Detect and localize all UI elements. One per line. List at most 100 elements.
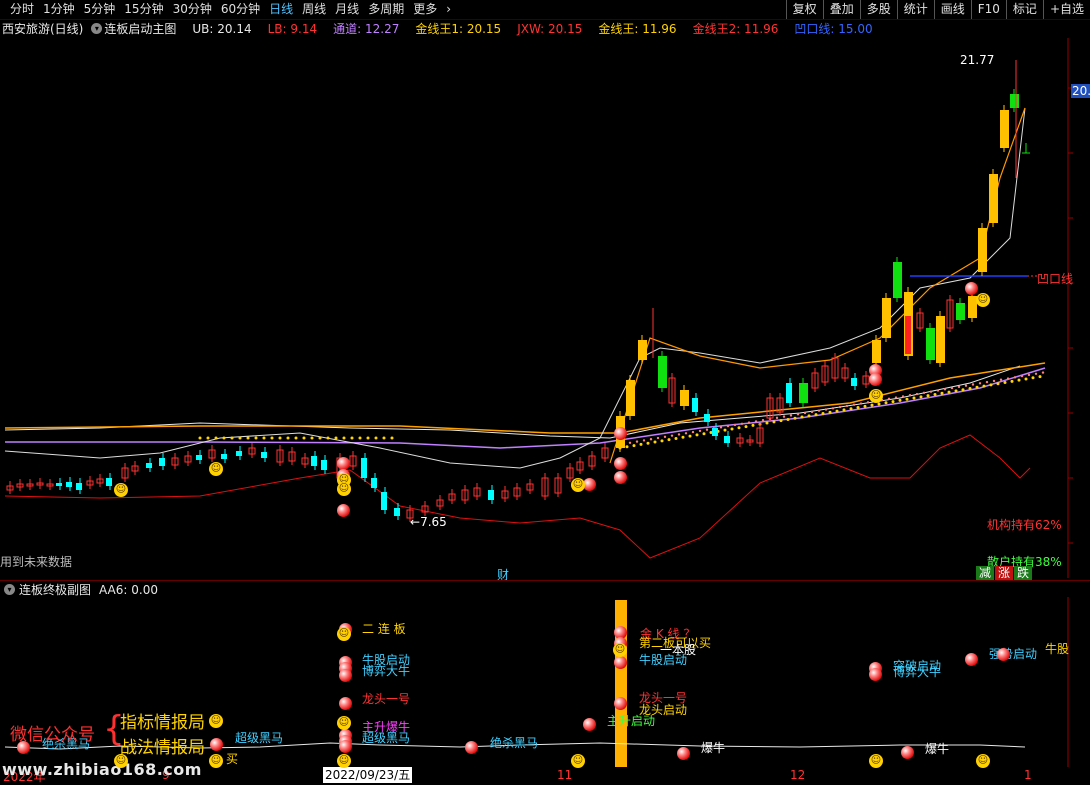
signal-dot (210, 738, 223, 751)
star-dot (901, 395, 905, 398)
star-dot (940, 391, 944, 395)
candle (488, 490, 494, 500)
tool-button[interactable]: +自选 (1042, 0, 1090, 19)
signal-dot (997, 648, 1010, 661)
star-dot (929, 390, 933, 393)
signal-badge: 涨 (995, 566, 1014, 580)
sub-indicator-name[interactable]: 连板终极副图 (19, 581, 91, 598)
signal-label: 龙头启动 (639, 703, 688, 717)
star-dot (961, 388, 965, 392)
star-dot (286, 436, 290, 440)
watermark-url: www.zhibiao168.com (2, 760, 202, 779)
star-dot (214, 436, 218, 440)
period-tab[interactable]: 周线 (298, 0, 331, 19)
star-dot (677, 433, 681, 436)
star-dot (374, 436, 378, 440)
smiley-icon: ☺ (869, 754, 883, 768)
chevron-right-icon[interactable]: › (442, 0, 456, 19)
candle (712, 428, 718, 436)
star-dot (688, 434, 692, 438)
star-dot (786, 417, 790, 421)
star-dot (845, 404, 849, 408)
tool-button[interactable]: 多股 (859, 0, 897, 19)
tool-button[interactable]: 复权 (785, 0, 823, 19)
star-dot (705, 428, 709, 431)
star-dot (765, 421, 769, 425)
star-dot (1010, 379, 1014, 383)
tool-button[interactable]: F10 (970, 0, 1006, 19)
star-dot (772, 420, 776, 424)
period-tab[interactable]: 多周期 (364, 0, 409, 19)
signal-badge: 跌 (1014, 566, 1033, 580)
tool-button[interactable]: 标记 (1005, 0, 1043, 19)
tool-button[interactable]: 叠加 (822, 0, 860, 19)
date-tick: 11 (557, 768, 573, 782)
indicator-value: 通道: 12.27 (333, 22, 400, 36)
chevron-down-icon[interactable]: ▾ (91, 23, 103, 34)
star-dot (754, 420, 758, 423)
smiley-icon: ☺ (114, 754, 128, 768)
star-dot (254, 436, 258, 440)
star-dot (842, 408, 846, 412)
star-dot (382, 436, 386, 440)
period-tab[interactable]: 60分钟 (217, 0, 265, 19)
signal-label: 博弈大牛 (362, 664, 411, 678)
selected-date: 2022/09/23/五 (323, 767, 413, 783)
smiley-icon: ☺ (337, 482, 351, 496)
star-dot (926, 394, 930, 398)
signal-dot (901, 746, 914, 759)
signal-dot (614, 697, 627, 710)
signal-dot (339, 740, 352, 753)
candle (221, 454, 227, 459)
star-dot (922, 391, 926, 395)
star-dot (246, 436, 250, 440)
smiley-icon: ☺ (209, 462, 223, 476)
star-dot (992, 379, 996, 383)
star-dot (789, 414, 793, 417)
star-dot (856, 406, 860, 410)
period-tabs: 分时 1分钟 5分钟 15分钟 30分钟 60分钟 日线 周线 月线 多周期 更多 › (0, 0, 456, 19)
period-tab[interactable]: 15分钟 (120, 0, 168, 19)
star-dot (800, 415, 804, 419)
star-dot (877, 402, 881, 406)
star-dot (366, 436, 370, 440)
period-tab[interactable]: 日线 (265, 0, 298, 19)
chevron-down-icon[interactable]: ▾ (4, 584, 15, 595)
period-tab[interactable]: 5分钟 (80, 0, 121, 19)
star-dot (723, 428, 727, 432)
period-tab[interactable]: 30分钟 (169, 0, 217, 19)
candle (106, 478, 112, 486)
tool-button[interactable]: 画线 (933, 0, 971, 19)
period-tab[interactable]: 月线 (331, 0, 364, 19)
star-dot (751, 423, 755, 427)
star-dot (684, 432, 688, 435)
star-dot (695, 433, 699, 437)
smiley-icon: ☺ (976, 754, 990, 768)
signal-dot (965, 282, 978, 295)
star-dot (838, 405, 842, 409)
signal-label: 爆牛 (701, 741, 726, 755)
period-tab[interactable]: 更多 (409, 0, 442, 19)
signal-badge: 减 (976, 566, 995, 580)
smiley-icon: ☺ (337, 716, 351, 730)
candle (394, 508, 400, 516)
signal-label: 牛股启动 (639, 653, 688, 667)
concave-line-label: 凹口线 (1037, 272, 1074, 286)
candle (786, 383, 792, 403)
indicator-value: 金线王: 11.96 (598, 22, 677, 36)
star-dot (702, 432, 706, 436)
candle (361, 458, 367, 478)
star-dot (656, 436, 660, 440)
star-dot (278, 436, 282, 440)
star-dot (238, 436, 242, 440)
star-dot (968, 387, 972, 390)
star-dot (302, 436, 306, 440)
price-chart[interactable] (0, 38, 1090, 599)
main-indicator-name[interactable]: 连板启动主图 (104, 20, 176, 37)
period-tab[interactable]: 1分钟 (39, 0, 80, 19)
tool-button[interactable]: 统计 (896, 0, 934, 19)
period-tab[interactable]: 分时 (6, 0, 39, 19)
star-dot (342, 436, 346, 440)
star-dot (726, 424, 730, 428)
smiley-icon: ☺ (337, 627, 351, 641)
